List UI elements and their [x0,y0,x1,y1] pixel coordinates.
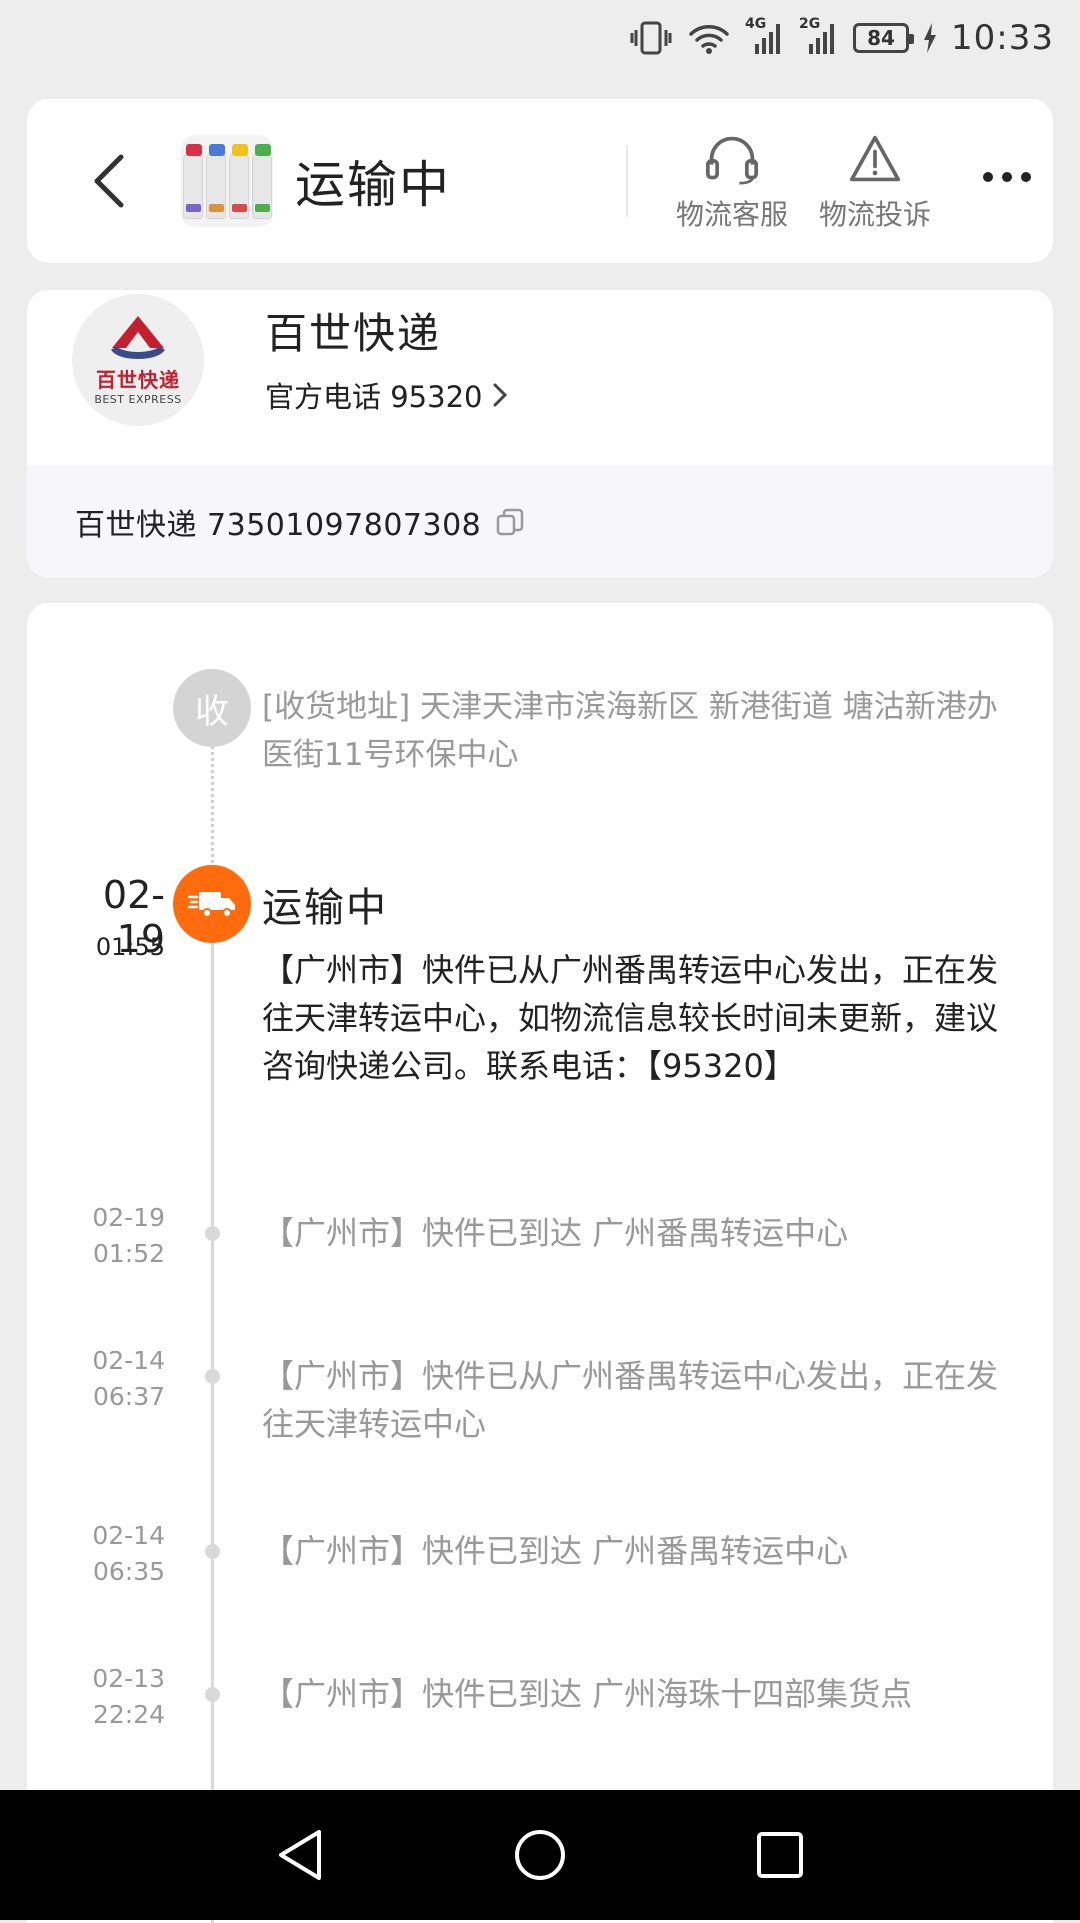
tracking-number-bar: 百世快递 73501097807308 [27,465,1053,578]
headset-icon [706,136,758,185]
event-dot [205,1226,220,1241]
event-dot [205,1369,220,1384]
event-date: 02-19 [92,1203,165,1232]
courier-name: 百世快递 [265,309,442,358]
bottle-image [182,144,203,219]
battery-indicator: 84 [853,23,915,53]
event-description: 【广州市】快件已从广州番禺转运中心发出，正在发往天津转运中心 [262,1357,999,1443]
courier-phone-link[interactable]: 官方电话 95320 [265,374,508,416]
logo-text-cn: 百世快递 [96,368,180,392]
current-status: 运输中 [262,885,388,931]
courier-logo: 百世快递 BEST EXPRESS [72,294,204,426]
event-dot [205,1544,220,1559]
receive-address: [收货地址] 天津天津市滨海新区 新港街道 塘沽新港办医街11号环保中心 [262,689,998,773]
status-time: 10:33 [951,18,1054,58]
circle-home-icon [515,1830,565,1880]
more-dot [1002,172,1012,182]
logo-text-en: BEST EXPRESS [94,393,182,406]
timeline-line [211,903,214,1923]
truck-icon [187,892,235,918]
complaint-label: 物流投诉 [818,198,931,231]
page-title: 运输中 [295,156,451,214]
courier-card: 百世快递 BEST EXPRESS 百世快递 官方电话 95320 百世快递 7… [27,290,1053,578]
nav-home-button[interactable] [510,1825,570,1885]
receive-address-badge: 收 [173,669,251,747]
status-bar: 4G 2G 84 10:33 [0,0,1080,76]
system-nav-bar [0,1790,1080,1920]
timeline-card: 收 [收货地址] 天津天津市滨海新区 新港街道 塘沽新港办医街11号环保中心 0… [27,603,1053,1923]
complaint-button[interactable]: 物流投诉 [810,133,940,233]
chevron-right-icon [493,383,508,407]
triangle-back-icon [279,1830,321,1880]
event-time: 01:52 [92,1239,165,1268]
courier-phone-label: 官方电话 95320 [265,380,483,414]
event-description: 【广州市】快件已到达 广州番禺转运中心 [262,1214,849,1252]
event-date: 02-14 [92,1346,165,1375]
copy-icon[interactable] [495,507,525,537]
bottle-image [205,144,226,219]
event-time: 06:35 [92,1557,165,1586]
current-event-time: 01:55 [95,933,165,961]
signal-4g-icon: 4G [745,16,785,56]
vibrate-icon [629,20,673,56]
event-time: 22:24 [92,1700,165,1729]
customer-service-button[interactable]: 物流客服 [667,133,797,233]
nav-recents-button[interactable] [750,1825,810,1885]
wifi-icon [687,20,731,56]
network-4g-label: 4G [745,16,767,32]
product-thumbnail[interactable] [181,135,273,227]
square-recents-icon [757,1832,803,1878]
more-button[interactable] [977,157,1037,197]
bottle-image [251,144,272,219]
network-2g-label: 2G [799,16,821,32]
event-date: 02-13 [92,1664,165,1693]
event-description: 【广州市】快件已到达 广州海珠十四部集货点 [262,1675,913,1713]
timeline-line-dotted [211,741,214,869]
header-card: 运输中 物流客服 物流投诉 [27,99,1053,263]
chevron-left-icon [94,154,124,208]
current-status-node [173,865,251,943]
event-dot [205,1687,220,1702]
battery-level: 84 [867,26,895,50]
current-event-description: 【广州市】快件已从广州番禺转运中心发出，正在发往天津转运中心，如物流信息较长时间… [262,951,999,1085]
more-dots-icon [983,172,993,182]
nav-back-button[interactable] [270,1825,330,1885]
charging-icon [923,20,937,56]
bottle-image [228,144,249,219]
event-date: 02-14 [92,1521,165,1550]
tracking-number: 百世快递 73501097807308 [75,507,482,543]
event-time: 06:37 [92,1382,165,1411]
more-dot [1021,172,1031,182]
header-divider [626,145,628,217]
customer-service-label: 物流客服 [675,198,788,231]
best-express-logo-icon [111,316,165,359]
back-button[interactable] [79,151,139,211]
warning-triangle-icon [849,135,901,182]
signal-2g-icon: 2G [799,16,839,56]
event-description: 【广州市】快件已到达 广州番禺转运中心 [262,1532,849,1570]
